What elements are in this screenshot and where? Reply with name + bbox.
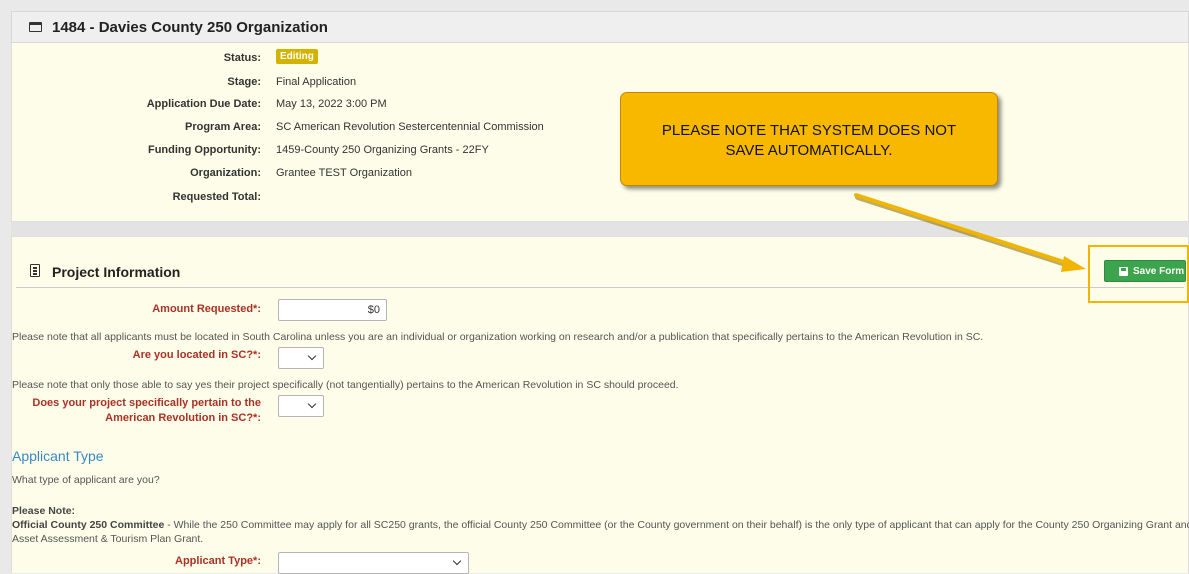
committee-note-line2: Asset Assessment & Tourism Plan Grant. — [12, 533, 204, 545]
due-date-value: May 13, 2022 3:00 PM — [276, 98, 387, 110]
status-row: Status: Editing — [12, 49, 612, 69]
document-icon — [30, 264, 40, 277]
page-title: 1484 - Davies County 250 Organization — [52, 19, 328, 36]
proceed-note: Please note that only those able to say … — [12, 379, 679, 391]
pertain-label-line1: Does your project specifically pertain t… — [32, 397, 261, 409]
funding-row: Funding Opportunity: 1459-County 250 Org… — [12, 141, 612, 161]
requested-total-row: Requested Total: — [12, 188, 612, 208]
applicant-question: What type of applicant are you? — [12, 474, 160, 486]
please-note-label: Please Note: — [12, 505, 76, 517]
stage-value: Final Application — [276, 76, 357, 88]
committee-note: Official County 250 Committee - While th… — [12, 519, 1189, 531]
requested-total-label: Requested Total: — [172, 191, 261, 203]
organization-row: Organization: Grantee TEST Organization — [12, 164, 612, 184]
sc-location-note: Please note that all applicants must be … — [12, 331, 984, 343]
section-rule — [16, 287, 1184, 288]
program-area-value: SC American Revolution Sestercentennial … — [276, 121, 544, 133]
chevron-down-icon — [307, 399, 317, 409]
application-summary: Status: Editing Stage: Final Application… — [11, 43, 1189, 222]
save-form-button[interactable]: Save Form — [1104, 260, 1186, 282]
page-header: 1484 - Davies County 250 Organization — [11, 11, 1189, 43]
callout-line2: SAVE AUTOMATICALLY. — [725, 142, 893, 159]
committee-note-bold: Official County 250 Committee — [12, 519, 165, 531]
funding-label: Funding Opportunity: — [147, 144, 261, 156]
status-badge: Editing — [276, 49, 318, 64]
applicant-type-heading: Applicant Type — [12, 448, 104, 464]
chevron-down-icon — [452, 556, 462, 566]
stage-label: Stage: — [227, 76, 261, 88]
funding-value: 1459-County 250 Organizing Grants - 22FY — [276, 144, 489, 156]
organization-value: Grantee TEST Organization — [276, 167, 412, 179]
callout-line1: PLEASE NOTE THAT SYSTEM DOES NOT — [661, 122, 957, 139]
amount-requested-label: Amount Requested*: — [152, 303, 261, 315]
due-date-row: Application Due Date: May 13, 2022 3:00 … — [12, 95, 612, 115]
program-area-label: Program Area: — [184, 121, 261, 133]
window-icon — [29, 22, 42, 32]
section-title: Project Information — [52, 264, 181, 280]
amount-requested-input[interactable]: $0 — [278, 299, 387, 321]
floppy-disk-icon — [1119, 267, 1128, 276]
pertain-label: Does your project specifically pertain t… — [21, 396, 261, 426]
program-area-row: Program Area: SC American Revolution Ses… — [12, 118, 612, 138]
applicant-type-label: Applicant Type*: — [175, 555, 261, 567]
chevron-down-icon — [307, 351, 317, 361]
due-date-label: Application Due Date: — [146, 98, 261, 110]
section-divider — [11, 222, 1189, 236]
stage-row: Stage: Final Application — [12, 73, 612, 93]
pertain-select[interactable] — [278, 395, 324, 417]
status-label: Status: — [223, 52, 261, 64]
located-in-sc-select[interactable] — [278, 347, 324, 369]
pertain-label-line2: American Revolution in SC?*: — [105, 412, 261, 424]
autosave-warning-callout: PLEASE NOTE THAT SYSTEM DOES NOT SAVE AU… — [620, 92, 998, 186]
applicant-type-select[interactable] — [278, 552, 469, 574]
project-information-panel: Project Information Amount Requested*: $… — [11, 236, 1189, 574]
committee-note-text: - While the 250 Committee may apply for … — [164, 519, 1189, 531]
save-form-label: Save Form — [1133, 266, 1185, 277]
located-in-sc-label: Are you located in SC?*: — [132, 349, 261, 361]
organization-label: Organization: — [190, 167, 261, 179]
